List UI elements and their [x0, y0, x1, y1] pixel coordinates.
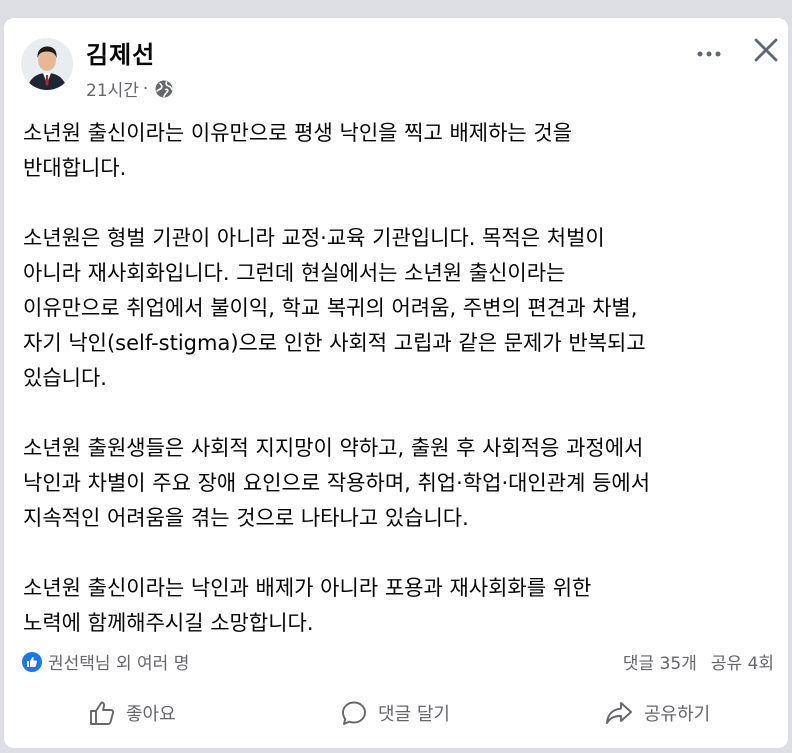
post-time[interactable]: 21시간 — [86, 76, 139, 101]
post-line: 낙인과 차별이 주요 장애 요인으로 작용하며, 취업·학업·대인관계 등에서 — [23, 471, 651, 495]
more-options-button[interactable] — [694, 44, 724, 64]
post-paragraph: 소년원 출신이라는 이유만으로 평생 낙인을 찍고 배제하는 것을 반대합니다. — [23, 116, 783, 186]
globe-icon — [154, 79, 174, 99]
comment-count[interactable]: 댓글 35개 — [623, 649, 697, 674]
comment-label: 댓글 달기 — [378, 704, 450, 725]
post-card: 김제선 21시간 · 소년원 출신이라는 이유만으로 평생 낙인을 찍고 배제하… — [4, 18, 788, 748]
post-line: 소년원 출신이라는 이유만으로 평생 낙인을 찍고 배제하는 것을 — [23, 121, 573, 145]
post-line: 지속적인 어려움을 겪는 것으로 나타나고 있습니다. — [23, 506, 469, 530]
share-label: 공유하기 — [644, 704, 711, 725]
post-paragraph: 소년원 출원생들은 사회적 지지망이 약하고, 출원 후 사회적응 과정에서 낙… — [23, 431, 783, 536]
post-line: 노력에 함께해주시길 소망합니다. — [23, 611, 314, 635]
engagement-counts: 댓글 35개 공유 4회 — [623, 649, 774, 674]
post-paragraph: 소년원 출신이라는 낙인과 배제가 아니라 포용과 재사회화를 위한 노력에 함… — [23, 571, 783, 641]
reaction-summary-text: 권선택님 외 여러 명 — [48, 654, 190, 674]
post-line: 자기 낙인(self-stigma)으로 인한 사회적 고립과 같은 문제가 반… — [23, 331, 646, 355]
author-name[interactable]: 김제선 — [86, 35, 155, 70]
like-button[interactable]: 좋아요 — [88, 693, 176, 733]
post-text: 소년원 출신이라는 이유만으로 평생 낙인을 찍고 배제하는 것을 반대합니다.… — [23, 116, 783, 641]
share-arrow-icon — [606, 702, 632, 724]
thumbs-up-icon — [22, 651, 42, 672]
post-line: 소년원 출신이라는 낙인과 배제가 아니라 포용과 재사회화를 위한 — [23, 576, 592, 600]
post-line: 이유만으로 취업에서 불이익, 학교 복귀의 어려움, 주변의 편견과 차별, — [23, 296, 638, 320]
post-line: 소년원은 형벌 기관이 아니라 교정·교육 기관입니다. 목적은 처벌이 — [23, 226, 605, 250]
share-count[interactable]: 공유 4회 — [711, 649, 774, 674]
post-meta: 21시간 · — [86, 76, 174, 101]
action-bar: 좋아요 댓글 달기 공유하기 — [4, 693, 788, 733]
author-avatar[interactable] — [21, 38, 73, 90]
comment-button[interactable]: 댓글 달기 — [340, 693, 450, 733]
close-icon — [754, 38, 778, 62]
post-line: 아니라 재사회화입니다. 그런데 현실에서는 소년원 출신이라는 — [23, 261, 566, 285]
speech-bubble-icon — [342, 701, 366, 725]
like-label: 좋아요 — [126, 704, 176, 725]
post-line: 반대합니다. — [23, 156, 127, 180]
post-line: 소년원 출원생들은 사회적 지지망이 약하고, 출원 후 사회적응 과정에서 — [23, 436, 644, 460]
more-horizontal-icon — [697, 51, 721, 57]
thumbs-up-outline-icon — [90, 701, 115, 725]
share-button[interactable]: 공유하기 — [604, 693, 710, 733]
close-button[interactable] — [752, 36, 780, 64]
post-paragraph: 소년원은 형벌 기관이 아니라 교정·교육 기관입니다. 목적은 처벌이 아니라… — [23, 221, 783, 396]
post-line: 있습니다. — [23, 366, 107, 390]
reaction-summary[interactable]: 권선택님 외 여러 명 — [22, 649, 189, 674]
meta-separator: · — [142, 78, 149, 99]
